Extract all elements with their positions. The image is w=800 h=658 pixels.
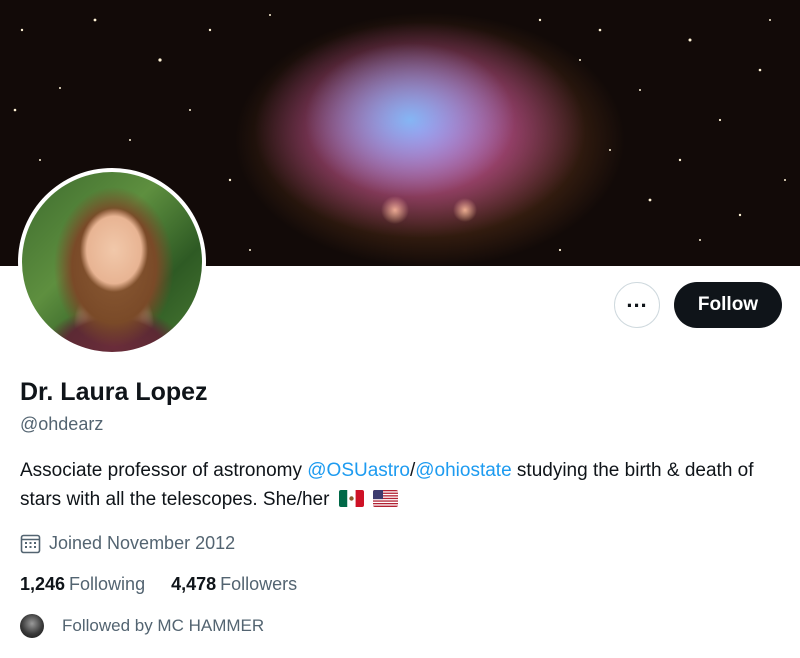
following-link[interactable]: 1,246 Following bbox=[20, 574, 145, 595]
profile-bio: Associate professor of astronomy @OSUast… bbox=[20, 456, 780, 514]
followed-by[interactable]: Followed by MC HAMMER bbox=[20, 614, 264, 638]
followed-by-text: Followed by MC HAMMER bbox=[62, 616, 265, 635]
profile-name: Dr. Laura Lopez bbox=[20, 378, 208, 406]
followers-link[interactable]: 4,478 Followers bbox=[171, 574, 297, 595]
follow-stats: 1,246 Following 4,478 Followers bbox=[20, 574, 323, 595]
more-options-button[interactable]: ... bbox=[614, 282, 660, 328]
joined-text: Joined November 2012 bbox=[49, 533, 236, 553]
avatar-photo bbox=[22, 172, 202, 352]
mention-link-ohiostate[interactable]: @ohiostate bbox=[415, 460, 511, 481]
usa-flag-icon bbox=[373, 490, 398, 507]
more-options-icon: ... bbox=[626, 287, 648, 312]
joined-date: Joined November 2012 bbox=[20, 533, 235, 554]
profile-avatar[interactable] bbox=[18, 168, 206, 356]
bio-text-prefix: Associate professor of astronomy bbox=[20, 460, 308, 481]
followers-count: 4,478 bbox=[171, 574, 217, 594]
follower-avatar bbox=[20, 614, 44, 638]
mention-link-osuastro[interactable]: @OSUastro bbox=[307, 460, 410, 481]
calendar-icon bbox=[20, 534, 41, 554]
following-label: Following bbox=[69, 574, 146, 594]
profile-handle: @ohdearz bbox=[20, 414, 104, 434]
mexico-flag-icon bbox=[338, 490, 364, 507]
follow-button[interactable]: Follow bbox=[674, 282, 782, 328]
followers-label: Followers bbox=[220, 574, 298, 594]
following-count: 1,246 bbox=[20, 574, 66, 594]
